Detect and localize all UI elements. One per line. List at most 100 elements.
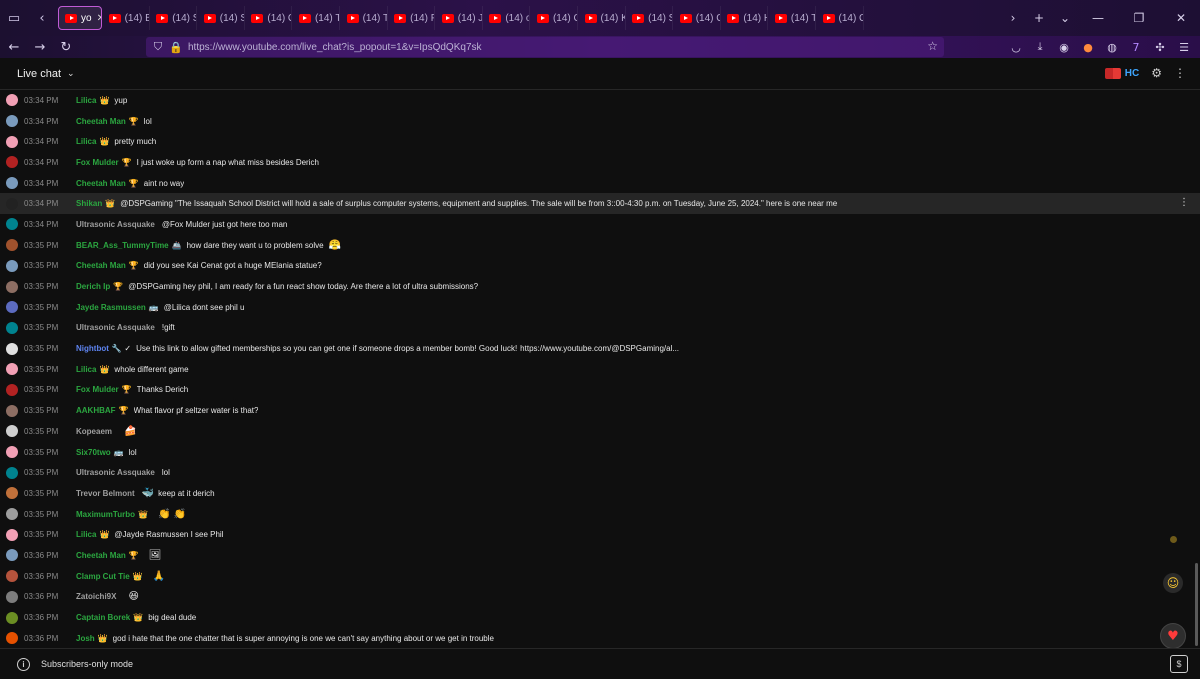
avatar[interactable] [6, 94, 18, 107]
avatar[interactable] [6, 280, 18, 293]
avatar[interactable] [6, 115, 18, 128]
live-chat-dropdown[interactable]: Live chat ⌄ [17, 68, 75, 80]
settings-gear-icon[interactable]: ⚙ [1151, 66, 1162, 80]
scroll-tabs-right-icon[interactable]: › [1002, 4, 1024, 32]
author-name[interactable]: Kopeaem [76, 427, 112, 436]
avatar[interactable] [6, 528, 18, 541]
avatar[interactable] [6, 177, 18, 190]
chat-message[interactable]: 03:35 PM Lilica 👑 whole different game [0, 359, 1200, 380]
avatar[interactable] [6, 632, 18, 645]
author-name[interactable]: Cheetah Man [76, 179, 126, 188]
author-name[interactable]: Lilica [76, 365, 96, 374]
chat-message[interactable]: 03:35 PM Ultrasonic Assquake !gift [0, 318, 1200, 339]
chat-message[interactable]: 03:35 PM Lilica 👑 @Jayde Rasmussen I see Ph… [0, 524, 1200, 545]
author-name[interactable]: Nightbot [76, 344, 109, 353]
author-name[interactable]: MaximumTurbo [76, 510, 135, 519]
avatar[interactable] [6, 135, 18, 148]
avatar[interactable] [6, 342, 18, 355]
tab-active[interactable]: yo ✕ [58, 6, 102, 30]
bookmark-star-icon[interactable]: ☆ [927, 39, 938, 53]
avatar[interactable] [6, 259, 18, 272]
download-icon[interactable]: ⤓ [1030, 37, 1050, 57]
author-name[interactable]: Josh [76, 634, 95, 643]
avatar[interactable] [6, 549, 18, 562]
browser-tab[interactable]: (14) B [103, 6, 150, 30]
browser-tab[interactable]: (14) F [388, 6, 436, 30]
chat-message[interactable]: 03:35 PM Trevor Belmont 🐳 keep at it derich [0, 483, 1200, 504]
avatar[interactable] [6, 301, 18, 314]
minimize-icon[interactable]: — [1080, 4, 1116, 32]
browser-tab[interactable]: (14) J [436, 6, 483, 30]
author-name[interactable]: Captain Borek [76, 613, 130, 622]
message-menu-icon[interactable]: ⋮ [1179, 197, 1189, 208]
browser-tab[interactable]: (14) S [626, 6, 674, 30]
author-name[interactable]: Cheetah Man [76, 117, 126, 126]
author-name[interactable]: Clamp Cut Tie [76, 572, 130, 581]
chat-message[interactable]: 03:36 PM Captain Borek 👑 big deal dude [0, 607, 1200, 628]
browser-tab[interactable]: (14) C [531, 6, 578, 30]
author-name[interactable]: Trevor Belmont [76, 489, 135, 498]
avatar[interactable] [6, 425, 18, 438]
chat-message[interactable]: 03:34 PM Ultrasonic Assquake @Fox Mulder j… [0, 214, 1200, 235]
author-name[interactable]: Fox Mulder [76, 158, 119, 167]
browser-tab[interactable]: (14) K [579, 6, 626, 30]
chat-message[interactable]: 03:34 PM Fox Mulder 🏆 I just woke up form a… [0, 152, 1200, 173]
chat-message[interactable]: 03:34 PM Cheetah Man 🏆 aint no way [0, 173, 1200, 194]
chat-message[interactable]: 03:35 PM Kopeaem 🍰 [0, 421, 1200, 442]
account-icon[interactable]: ◉ [1054, 37, 1074, 57]
reload-icon[interactable]: ↻ [54, 37, 78, 57]
browser-tab[interactable]: (14) T [769, 6, 816, 30]
more-options-icon[interactable]: ⋮ [1174, 66, 1186, 80]
browser-tab[interactable]: (14) o [483, 6, 531, 30]
chat-message[interactable]: 03:35 PM Jayde Rasmussen 🚌 @Lilica dont see… [0, 297, 1200, 318]
author-name[interactable]: Jayde Rasmussen [76, 303, 146, 312]
url-text[interactable]: https://www.youtube.com/live_chat?is_pop… [188, 42, 482, 53]
browser-tab[interactable]: (14) T [341, 6, 388, 30]
close-icon[interactable]: ✕ [97, 13, 101, 24]
browser-tab[interactable]: (14) S [198, 6, 245, 30]
author-name[interactable]: Shikan [76, 199, 102, 208]
info-icon[interactable]: i [17, 657, 30, 671]
chat-message[interactable]: 03:35 PM BEAR_Ass_TummyTime 🚢 how dare they… [0, 235, 1200, 256]
avatar[interactable] [6, 156, 18, 169]
chat-message[interactable]: 03:34 PM Shikan 👑 @DSPGaming "The Issaquah … [0, 193, 1200, 215]
chat-message[interactable]: 03:36 PM Cheetah Man 🏆 🖼 [0, 545, 1200, 566]
restore-icon[interactable]: ❐ [1120, 4, 1158, 32]
author-name[interactable]: Lilica [76, 96, 96, 105]
extension-orange-icon[interactable]: ● [1078, 37, 1098, 57]
tab-list-chevron-icon[interactable]: ⌄ [1054, 4, 1076, 32]
chat-message[interactable]: 03:35 PM Six70two 🚌 lol [0, 442, 1200, 463]
chat-message[interactable]: 03:34 PM Lilica 👑 yup [0, 90, 1200, 111]
author-name[interactable]: BEAR_Ass_TummyTime [76, 241, 169, 250]
chat-message[interactable]: 03:35 PM MaximumTurbo 👑 👏 👏 [0, 504, 1200, 525]
menu-icon[interactable]: ☰ [1174, 37, 1194, 57]
chat-message[interactable]: 03:36 PM Zatoichi9X 😆 [0, 587, 1200, 608]
avatar[interactable] [6, 611, 18, 624]
avatar[interactable] [6, 466, 18, 479]
author-name[interactable]: Fox Mulder [76, 385, 119, 394]
browser-tab[interactable]: (14) C [245, 6, 293, 30]
author-name[interactable]: Ultrasonic Assquake [76, 468, 155, 477]
forward-arrow-icon[interactable]: → [28, 37, 52, 57]
lock-icon[interactable]: 🔒 [169, 37, 183, 57]
chat-message[interactable]: 03:35 PM Cheetah Man 🏆 did you see Kai Cena… [0, 256, 1200, 277]
author-name[interactable]: Zatoichi9X [76, 592, 116, 601]
browser-tab[interactable]: (14) H [721, 6, 769, 30]
avatar[interactable] [6, 383, 18, 396]
author-name[interactable]: Lilica [76, 530, 96, 539]
avatar[interactable] [6, 321, 18, 334]
author-name[interactable]: Cheetah Man [76, 551, 126, 560]
author-name[interactable]: Cheetah Man [76, 261, 126, 270]
author-name[interactable]: Ultrasonic Assquake [76, 220, 155, 229]
chat-message[interactable]: 03:36 PM Clamp Cut Tie 👑 🙏 [0, 566, 1200, 587]
avatar[interactable] [6, 508, 18, 521]
avatar[interactable] [6, 487, 18, 500]
chat-message[interactable]: 03:35 PM Nightbot 🔧 ✓ Use this link to allo… [0, 338, 1200, 359]
super-chat-dollar-icon[interactable]: $ [1170, 655, 1188, 673]
author-name[interactable]: Ultrasonic Assquake [76, 323, 155, 332]
browser-tab[interactable]: (14) C [674, 6, 721, 30]
new-tab-plus-icon[interactable]: + [1028, 4, 1050, 32]
close-window-icon[interactable]: ✕ [1162, 4, 1200, 32]
extension-ufo-icon[interactable]: ◍ [1102, 37, 1122, 57]
chat-message[interactable]: 03:35 PM Ultrasonic Assquake lol [0, 462, 1200, 483]
